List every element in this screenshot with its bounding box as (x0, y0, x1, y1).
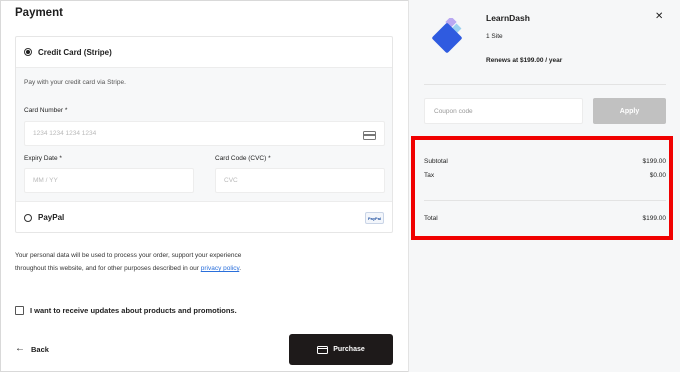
purchase-button[interactable]: Purchase (289, 334, 393, 365)
updates-opt-in[interactable]: I want to receive updates about products… (15, 306, 237, 315)
payment-panel: Payment Credit Card (Stripe) Pay with yo… (0, 0, 408, 372)
expiry-date-label: Expiry Date * (24, 155, 62, 162)
arrow-left-icon: ← (15, 343, 25, 354)
paypal-option[interactable]: PayPal PayPal (16, 202, 392, 233)
credit-card-icon (363, 131, 376, 140)
highlight-box (411, 136, 673, 240)
card-number-input[interactable]: 1234 1234 1234 1234 (24, 121, 385, 146)
back-button[interactable]: ← Back (15, 344, 49, 354)
divider (424, 84, 666, 85)
purchase-label: Purchase (333, 346, 365, 353)
apply-button[interactable]: Apply (593, 98, 666, 124)
back-label: Back (31, 344, 49, 354)
coupon-placeholder: Coupon code (434, 107, 473, 115)
credit-card-icon (317, 345, 329, 354)
paypal-label: PayPal (38, 213, 65, 222)
updates-checkbox[interactable] (15, 306, 24, 315)
credit-card-radio[interactable] (24, 48, 32, 56)
card-number-label: Card Number * (24, 107, 68, 114)
privacy-notice: Your personal data will be used to proce… (15, 249, 265, 275)
privacy-policy-link[interactable]: privacy policy (201, 265, 240, 272)
credit-card-option[interactable]: Credit Card (Stripe) (16, 37, 392, 67)
cvc-label: Card Code (CVC) * (215, 155, 271, 162)
credit-card-label: Credit Card (Stripe) (38, 47, 112, 57)
cvc-input[interactable]: CVC (215, 168, 385, 193)
paypal-radio[interactable] (24, 213, 32, 222)
updates-label: I want to receive updates about products… (30, 306, 237, 315)
site-count: 1 Site (486, 33, 503, 40)
expiry-date-input[interactable]: MM / YY (24, 168, 194, 193)
payment-title: Payment (15, 7, 63, 19)
payment-methods: Credit Card (Stripe) Pay with your credi… (15, 36, 393, 233)
product-name: LearnDash (486, 13, 530, 23)
close-icon[interactable]: ✕ (655, 11, 663, 22)
renewal-price: Renews at $199.00 / year (486, 57, 563, 64)
privacy-end: . (239, 265, 242, 273)
learndash-logo-icon (432, 18, 462, 53)
card-number-placeholder: 1234 1234 1234 1234 (33, 130, 97, 137)
expiry-date-placeholder: MM / YY (33, 177, 58, 184)
paypal-logo-icon: PayPal (365, 212, 384, 224)
credit-card-form: Pay with your credit card via Stripe. Ca… (16, 67, 392, 202)
credit-card-description: Pay with your credit card via Stripe. (24, 79, 126, 86)
cvc-placeholder: CVC (224, 177, 238, 184)
coupon-input[interactable]: Coupon code (424, 98, 583, 124)
